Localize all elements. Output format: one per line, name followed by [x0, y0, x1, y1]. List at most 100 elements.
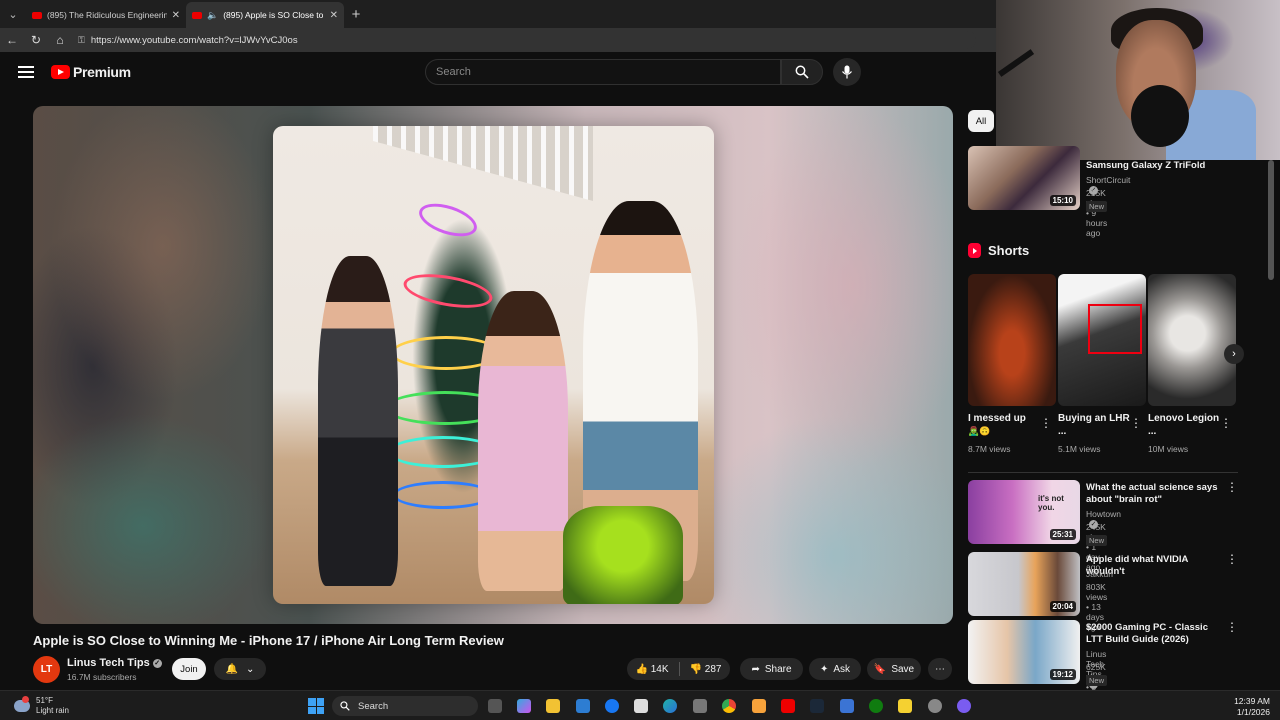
task-view-icon[interactable] [488, 699, 502, 713]
person-with-cat [318, 256, 398, 586]
more-vertical-icon[interactable]: ⋮ [1220, 416, 1232, 430]
back-arrow-icon[interactable]: ← [0, 33, 24, 47]
youtube-favicon-icon [32, 11, 42, 19]
video-thumbnail[interactable]: 19:12 [968, 620, 1080, 684]
video-player[interactable] [33, 106, 953, 624]
ask-button[interactable]: ✦ Ask [809, 658, 861, 680]
duration-badge: 20:04 [1049, 601, 1076, 612]
close-tab-icon[interactable]: ✕ [330, 10, 338, 21]
system-clock[interactable]: 12:39 AM 1/1/2026 [1234, 696, 1270, 718]
speaker-icon[interactable]: 🔈 [207, 10, 218, 21]
sidebar-scrollbar[interactable] [1268, 160, 1274, 280]
sticky-notes-icon[interactable] [898, 699, 912, 713]
thumbnail-text: it's not you. [1038, 494, 1064, 512]
shorts-logo-icon [968, 243, 981, 258]
obs-icon[interactable] [957, 699, 971, 713]
subscribed-bell-button[interactable]: 🔔 ⌄ [214, 658, 266, 680]
shorts-next-button[interactable]: › [1224, 344, 1244, 364]
ask-label: Ask [833, 663, 851, 675]
verified-check-icon: ✓ [152, 658, 162, 668]
facebook-icon[interactable] [605, 699, 619, 713]
short-thumbnail-1[interactable] [968, 274, 1056, 406]
green-bag [563, 506, 683, 604]
webcam-overlay [996, 0, 1280, 160]
youtube-premium-logo[interactable]: Premium [51, 64, 131, 80]
video-title[interactable]: Samsung Galaxy Z TriFold [1086, 160, 1226, 172]
short-title[interactable]: I messed up 🧟‍♂️🙃 [968, 412, 1040, 438]
duration-badge: 15:10 [1049, 195, 1076, 206]
chrome-icon[interactable] [722, 699, 736, 713]
more-vertical-icon[interactable]: ⋮ [1226, 620, 1238, 634]
channel-name-row[interactable]: Linus Tech Tips ✓ [67, 657, 162, 669]
xbox-icon[interactable] [869, 699, 883, 713]
like-button[interactable]: 👍 14K [636, 664, 669, 675]
new-badge: New [1086, 675, 1108, 686]
browser-tab-2-active[interactable]: 🔈 (895) Apple is SO Close to Wi ✕ [186, 2, 344, 28]
weather-widget[interactable]: 51°F Light rain [14, 696, 69, 716]
short-thumbnail-3[interactable] [1148, 274, 1236, 406]
browser-tab-1[interactable]: (895) The Ridiculous Engineering of ✕ [26, 2, 186, 28]
logo-text: Premium [73, 64, 131, 80]
more-vertical-icon[interactable]: ⋮ [1130, 416, 1142, 430]
youtube-play-icon [51, 65, 70, 79]
channel-name[interactable]: Linus Tech Tips [67, 657, 150, 669]
video-title[interactable]: What the actual science says about "brai… [1086, 482, 1226, 506]
app-icon[interactable] [840, 699, 854, 713]
clock-date: 1/1/2026 [1236, 707, 1270, 717]
taskbar-search[interactable]: Search [332, 696, 478, 716]
join-button[interactable]: Join [172, 658, 206, 680]
search-button[interactable] [781, 59, 823, 85]
settings-icon[interactable] [928, 699, 942, 713]
tab-list-chevron-icon[interactable]: ⌄ [0, 0, 26, 28]
video-thumbnail[interactable]: it's not you. 25:31 [968, 480, 1080, 544]
menu-icon[interactable] [18, 66, 34, 78]
video-title[interactable]: $2000 Gaming PC - Classic LTT Build Guid… [1086, 622, 1226, 646]
weather-temp: 51°F [36, 696, 53, 705]
more-actions-button[interactable]: ⋯ [928, 658, 952, 680]
file-explorer-icon[interactable] [546, 699, 560, 713]
new-tab-button[interactable]: + [344, 6, 368, 23]
edge-icon[interactable] [663, 699, 677, 713]
vlc-icon[interactable] [752, 699, 766, 713]
windows-start-icon[interactable] [308, 698, 324, 714]
more-vertical-icon[interactable]: ⋮ [1226, 480, 1238, 494]
short-thumbnail-2[interactable] [1058, 274, 1146, 406]
save-button[interactable]: 🔖 Save [867, 658, 921, 680]
site-info-icon[interactable]: ⚿ [78, 35, 85, 46]
home-icon[interactable]: ⌂ [48, 33, 72, 47]
calculator-icon[interactable] [693, 699, 707, 713]
reload-icon[interactable]: ↻ [24, 33, 48, 47]
chevron-down-icon: ⌄ [246, 663, 255, 675]
share-icon: ➦ [751, 663, 760, 675]
short-title[interactable]: Buying an LHR ... [1058, 412, 1130, 438]
channel-name[interactable]: Jakkuh [1086, 569, 1113, 579]
youtube-favicon-icon [192, 11, 202, 19]
bell-icon: 🔔 [225, 663, 239, 675]
browser-tab-title: (895) The Ridiculous Engineering of [47, 10, 167, 20]
search-input[interactable]: Search [425, 59, 781, 85]
channel-avatar[interactable]: LT [33, 656, 60, 683]
short-views: 10M views [1148, 444, 1189, 454]
close-tab-icon[interactable]: ✕ [172, 10, 180, 21]
chip-all[interactable]: All [968, 110, 994, 132]
more-vertical-icon[interactable]: ⋮ [1040, 416, 1052, 430]
share-button[interactable]: ➦ Share [740, 658, 803, 680]
copilot-icon[interactable] [517, 699, 531, 713]
youtube-icon[interactable] [781, 699, 795, 713]
amazon-icon[interactable] [634, 699, 648, 713]
url-field[interactable]: ⚿ https://www.youtube.com/watch?v=lJWvYv… [76, 31, 976, 49]
short-title[interactable]: Lenovo Legion ... [1148, 412, 1220, 438]
dislike-button[interactable]: 👎 287 [690, 664, 722, 675]
store-icon[interactable] [576, 699, 590, 713]
steam-icon[interactable] [810, 699, 824, 713]
more-vertical-icon[interactable]: ⋮ [1226, 552, 1238, 566]
duration-badge: 25:31 [1049, 529, 1076, 540]
browser-tab-title: (895) Apple is SO Close to Wi [223, 10, 325, 20]
shorts-heading: Shorts [968, 243, 1029, 258]
girl-in-dress [478, 291, 568, 591]
voice-search-button[interactable] [833, 58, 861, 86]
video-thumbnail[interactable]: 15:10 [968, 146, 1080, 210]
video-thumbnail[interactable]: 20:04 [968, 552, 1080, 616]
bookmark-icon: 🔖 [873, 663, 887, 675]
short-views: 8.7M views [968, 444, 1011, 454]
